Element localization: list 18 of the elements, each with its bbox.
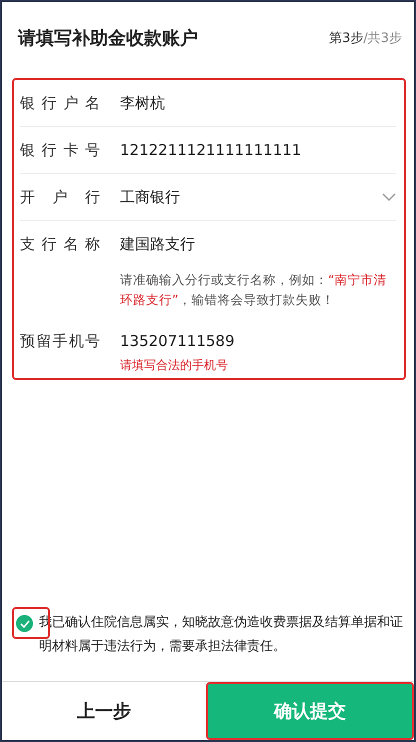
field-label: 预留手机号 — [20, 332, 100, 350]
field-value[interactable]: 1212211121111111111 — [120, 141, 396, 159]
field-label: 银行卡号 — [20, 140, 100, 160]
field-label: 银行户名 — [20, 94, 100, 112]
field-value[interactable]: 工商银行 — [120, 188, 382, 206]
total-steps: /共3步 — [363, 29, 402, 47]
field-label: 支行名称 — [20, 234, 100, 254]
page-title: 请填写补助金收款账户 — [18, 27, 198, 50]
agreement-checkbox[interactable] — [16, 615, 33, 632]
field-value[interactable]: 135207111589 — [120, 332, 396, 350]
field-value[interactable]: 李树杭 — [120, 94, 396, 112]
chevron-down-icon[interactable] — [382, 193, 396, 201]
hint-text: 请准确输入分行或支行名称，例如：“南宁市清环路支行”，输错将会导致打款失败！ — [120, 271, 388, 309]
field-label: 开户行 — [20, 188, 100, 206]
error-message: 请填写合法的手机号 — [120, 357, 229, 374]
checkmark-icon[interactable] — [20, 620, 30, 628]
field-value[interactable]: 建国路支行 — [120, 234, 396, 254]
current-step: 第3步 — [329, 29, 364, 47]
